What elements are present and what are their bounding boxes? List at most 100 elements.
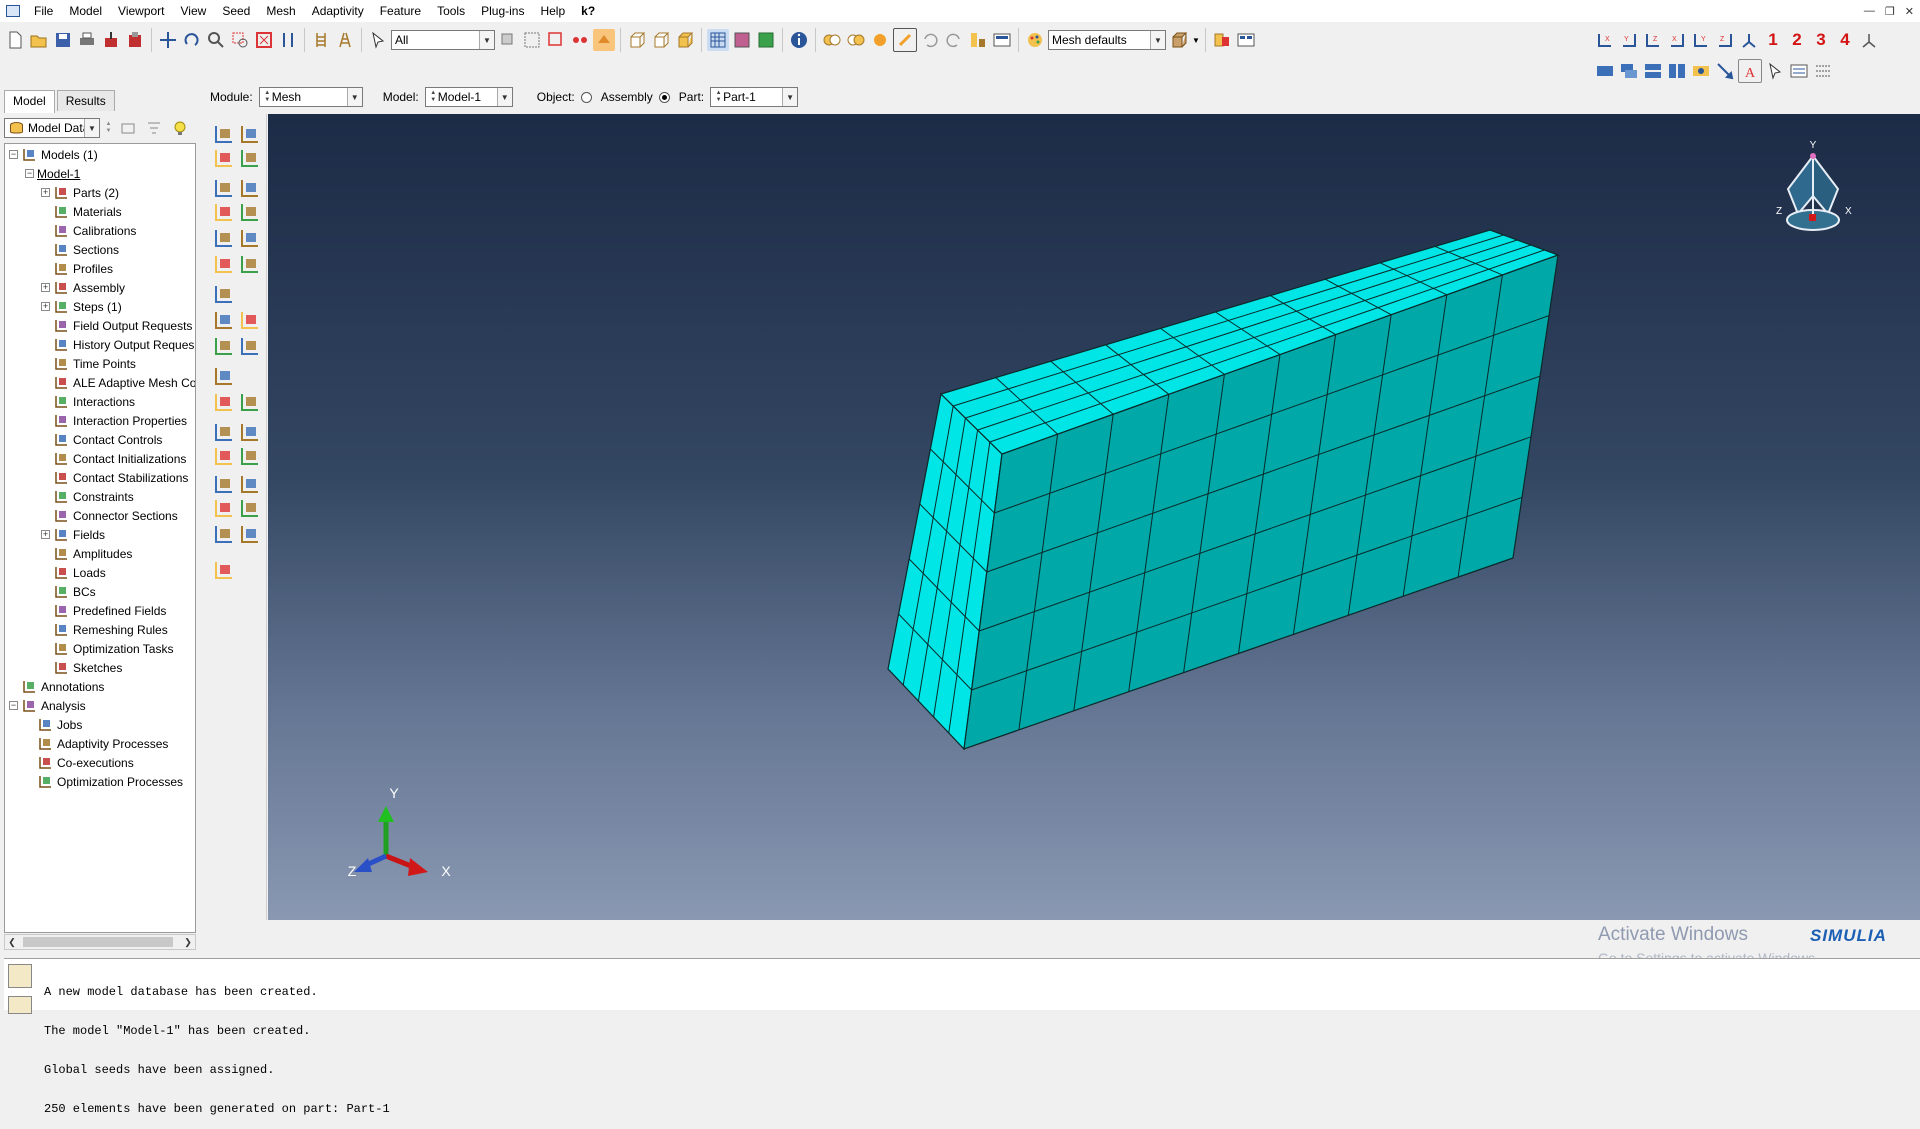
assembly-radio[interactable] xyxy=(580,91,592,103)
chevron-down-icon[interactable]: ▼ xyxy=(782,88,798,106)
annotation-select-icon[interactable] xyxy=(1764,60,1786,82)
menu-tools[interactable]: Tools xyxy=(429,0,473,22)
save-icon[interactable] xyxy=(52,29,74,51)
annotation-options-icon[interactable] xyxy=(1788,60,1810,82)
create-mesh-part-icon[interactable] xyxy=(212,420,236,444)
element-type-icon[interactable] xyxy=(238,176,262,200)
cycle-views-icon[interactable] xyxy=(277,29,299,51)
tree-node[interactable]: + Steps (1) xyxy=(41,297,122,316)
tree-node[interactable]: Calibrations xyxy=(41,221,136,240)
tree-node[interactable]: − Analysis xyxy=(9,696,86,715)
tree-node[interactable]: Profiles xyxy=(41,259,113,278)
tree-node[interactable]: Contact Initializations xyxy=(41,449,186,468)
tree-node[interactable]: Loads xyxy=(41,563,106,582)
minimize-icon[interactable]: — xyxy=(1864,5,1875,17)
viewport-layout-2-icon[interactable] xyxy=(1618,60,1640,82)
edit-mesh-icon[interactable] xyxy=(212,308,236,332)
select-box-icon[interactable] xyxy=(521,29,543,51)
color-code-icon[interactable] xyxy=(967,29,989,51)
adaptivity-icon[interactable] xyxy=(238,444,262,468)
tree-filter-combo[interactable]: Model Data ▼ xyxy=(4,118,100,138)
tree-filter-icon[interactable] xyxy=(143,117,165,139)
annotation-manager-icon[interactable] xyxy=(1812,60,1834,82)
tree-node[interactable]: Materials xyxy=(41,202,122,221)
display-options-icon[interactable] xyxy=(991,29,1013,51)
viewport-link-icon[interactable] xyxy=(1690,60,1712,82)
query-info-icon[interactable] xyxy=(788,29,810,51)
seed-edges-delete-icon[interactable] xyxy=(238,522,262,546)
viewport-layout-1-icon[interactable] xyxy=(1594,60,1616,82)
view-cube[interactable]: Y X Z xyxy=(1776,140,1852,231)
tree-node[interactable]: Constraints xyxy=(41,487,134,506)
scroll-right-icon[interactable]: ❯ xyxy=(181,935,195,949)
export-icon[interactable] xyxy=(124,29,146,51)
mesh-stats-icon[interactable] xyxy=(238,226,262,250)
module-spinner[interactable]: ▲ ▼ xyxy=(263,88,272,106)
verify-mesh-icon[interactable] xyxy=(212,226,236,250)
datum-csys-icon[interactable] xyxy=(212,390,236,414)
part-radio[interactable] xyxy=(658,91,670,103)
view-iso-icon[interactable] xyxy=(674,29,696,51)
tree-node[interactable]: + Fields xyxy=(41,525,105,544)
mesh-controls-icon[interactable] xyxy=(212,558,236,582)
menu-viewport[interactable]: Viewport xyxy=(110,0,172,22)
chevron-down-icon[interactable]: ▼ xyxy=(1192,36,1200,45)
tree-node[interactable]: Co-executions xyxy=(25,753,134,772)
highlight-icon[interactable] xyxy=(593,29,615,51)
tree-node[interactable]: + Assembly xyxy=(41,278,125,297)
tab-results[interactable]: Results xyxy=(56,90,115,111)
seed-edges-icon[interactable] xyxy=(238,496,262,520)
associate-icon[interactable] xyxy=(238,420,262,444)
view-manager-icon[interactable] xyxy=(1235,29,1257,51)
collapse-icon[interactable]: − xyxy=(9,701,18,710)
create-arrow-icon[interactable] xyxy=(1714,60,1736,82)
tree-node[interactable]: Adaptivity Processes xyxy=(25,734,168,753)
magnify-icon[interactable] xyxy=(205,29,227,51)
tree-horizontal-scrollbar[interactable]: ❮ ❯ xyxy=(4,934,196,950)
collapse-icon[interactable]: − xyxy=(25,169,34,178)
model-combo[interactable]: ▲ ▼ Model-1 ▼ xyxy=(424,87,513,107)
render-hidden-icon[interactable] xyxy=(731,29,753,51)
create-bottom-up-icon[interactable] xyxy=(238,308,262,332)
render-ruler-icon[interactable] xyxy=(310,29,332,51)
auto-fit-icon[interactable] xyxy=(253,29,275,51)
tree-node[interactable]: Field Output Requests xyxy=(41,316,192,335)
remove-selected-icon[interactable] xyxy=(893,28,917,52)
menu-adaptivity[interactable]: Adaptivity xyxy=(304,0,372,22)
restore-icon[interactable]: ❐ xyxy=(1885,5,1895,18)
view-iso-axes-icon[interactable] xyxy=(1738,29,1760,51)
tree-node[interactable]: Contact Stabilizations xyxy=(41,468,188,487)
tree-node[interactable]: − Models (1) xyxy=(9,145,98,164)
collapse-icon[interactable]: − xyxy=(9,150,18,159)
menu-mesh[interactable]: Mesh xyxy=(258,0,303,22)
select-from-viewport-icon[interactable] xyxy=(569,29,591,51)
datum-plane-icon[interactable] xyxy=(212,364,236,388)
replace-group-icon[interactable] xyxy=(845,29,867,51)
render-wireframe-icon[interactable] xyxy=(707,29,729,51)
mesh-defaults-combo[interactable]: Mesh defaults ▼ xyxy=(1048,30,1166,50)
tree-node[interactable]: ALE Adaptive Mesh Co xyxy=(41,373,195,392)
tree-node[interactable]: Optimization Tasks xyxy=(41,639,173,658)
chevron-down-icon[interactable]: ▼ xyxy=(84,119,99,137)
viewport[interactable]: Y X Z Y X Z xyxy=(268,114,1920,920)
zoom-box-icon[interactable] xyxy=(229,29,251,51)
seed-part-icon[interactable] xyxy=(212,496,236,520)
tree-node[interactable]: Sketches xyxy=(41,658,122,677)
mesh-region-icon[interactable] xyxy=(238,200,262,224)
assign-stack-icon[interactable] xyxy=(238,390,262,414)
part-combo[interactable]: ▲ ▼ Part-1 ▼ xyxy=(710,87,799,107)
chevron-down-icon[interactable]: ▼ xyxy=(479,31,494,49)
seed-delete-icon[interactable] xyxy=(212,146,236,170)
render-ladder-icon[interactable] xyxy=(334,29,356,51)
tree-node[interactable]: BCs xyxy=(41,582,96,601)
tree-node[interactable]: − Model-1 xyxy=(25,164,80,183)
view-back-icon[interactable] xyxy=(650,29,672,51)
tree-node[interactable]: Optimization Processes xyxy=(25,772,183,791)
menu-view[interactable]: View xyxy=(173,0,215,22)
pan-icon[interactable] xyxy=(157,29,179,51)
close-icon[interactable]: ✕ xyxy=(1905,5,1914,18)
mesh-part-icon[interactable] xyxy=(212,200,236,224)
rotate-icon[interactable] xyxy=(181,29,203,51)
menu-help[interactable]: Help xyxy=(532,0,573,22)
viewport-tile-h-icon[interactable] xyxy=(1642,60,1664,82)
